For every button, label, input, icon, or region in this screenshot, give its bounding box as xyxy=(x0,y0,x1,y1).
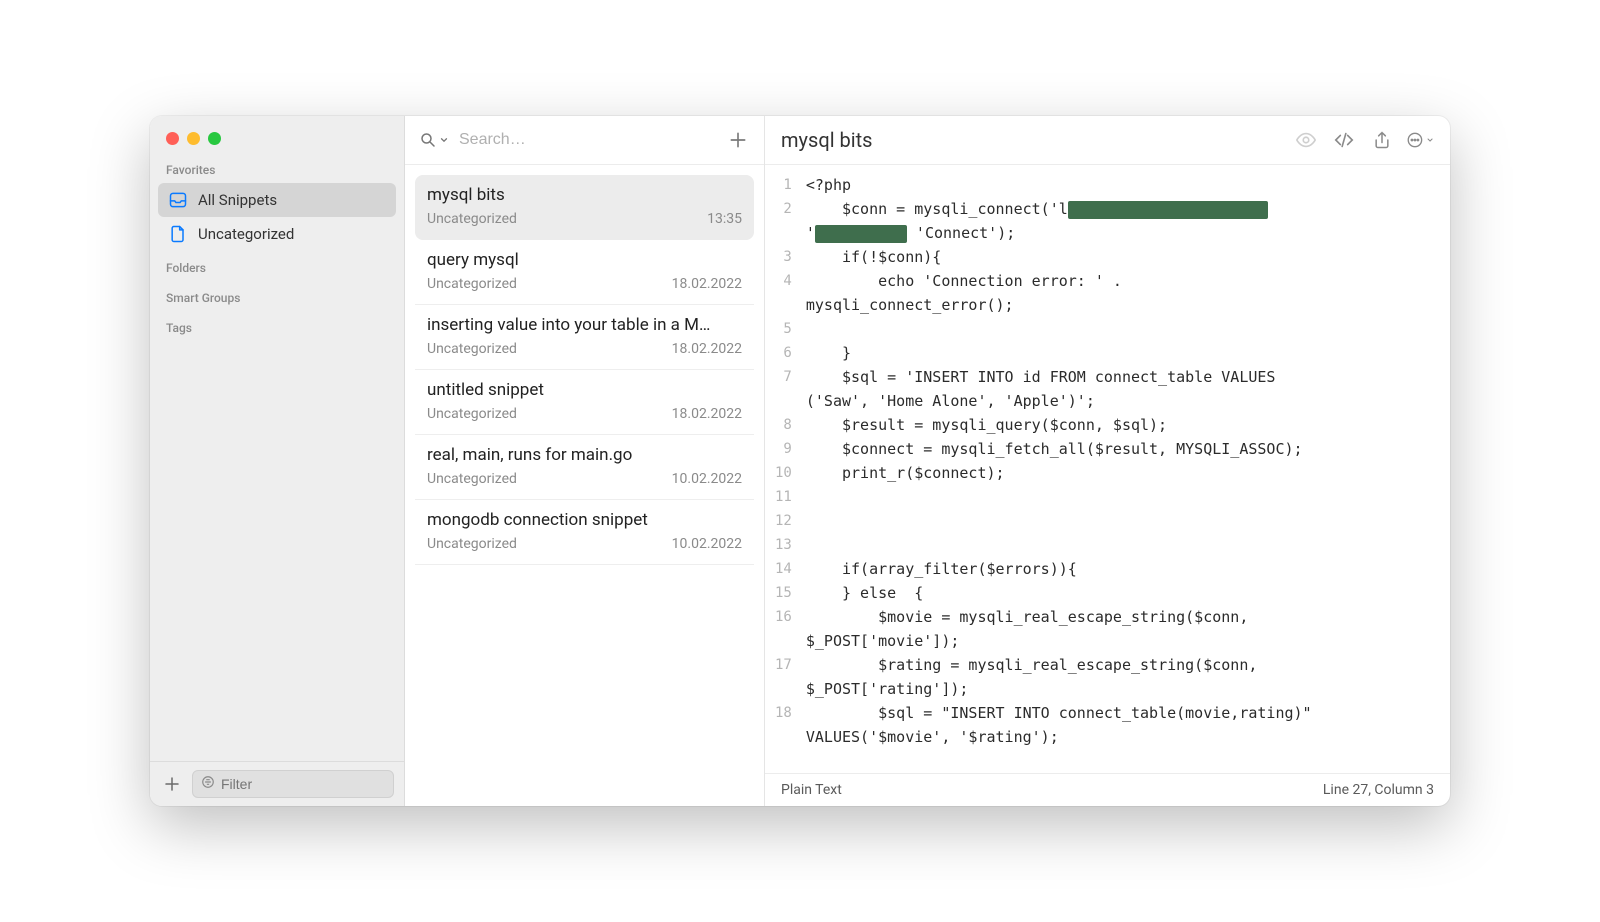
snippet-date: 10.02.2022 xyxy=(672,471,742,487)
code-line[interactable] xyxy=(806,533,1312,557)
code-line[interactable]: $connect = mysqli_fetch_all($result, MYS… xyxy=(806,437,1312,461)
maximize-icon[interactable] xyxy=(208,132,221,145)
sidebar-item-uncategorized[interactable]: Uncategorized xyxy=(158,217,396,251)
code-line[interactable]: mysqli_connect_error(); xyxy=(806,293,1312,317)
preview-icon xyxy=(1292,126,1320,154)
more-icon[interactable] xyxy=(1406,126,1434,154)
add-button[interactable] xyxy=(160,772,184,796)
code-line[interactable] xyxy=(806,509,1312,533)
list-toolbar xyxy=(405,116,764,165)
editor-pane: mysql bits 123456789101112131415161718 <… xyxy=(765,116,1450,806)
code-line[interactable]: echo 'Connection error: ' . xyxy=(806,269,1312,293)
code-line[interactable]: $rating = mysqli_real_escape_string($con… xyxy=(806,653,1312,677)
code-line[interactable]: ' 'Connect'); xyxy=(806,221,1312,245)
snippet-date: 10.02.2022 xyxy=(672,536,742,552)
code-line[interactable]: } xyxy=(806,341,1312,365)
snippet-date: 18.02.2022 xyxy=(672,406,742,422)
snippet-date: 18.02.2022 xyxy=(672,341,742,357)
list-item[interactable]: query mysql Uncategorized 18.02.2022 xyxy=(415,240,754,305)
snippet-title: inserting value into your table in a M… xyxy=(427,315,742,335)
filter-icon xyxy=(201,775,215,793)
editor-toolbar: mysql bits xyxy=(765,116,1450,165)
sidebar-header-smartgroups: Smart Groups xyxy=(150,281,404,311)
sidebar-item-label: Uncategorized xyxy=(198,225,294,243)
filter-input-wrap[interactable] xyxy=(192,770,394,798)
list-item[interactable]: real, main, runs for main.go Uncategorize… xyxy=(415,435,754,500)
snippet-title: mongodb connection snippet xyxy=(427,510,742,530)
sidebar-item-label: All Snippets xyxy=(198,191,277,209)
snippet-date: 13:35 xyxy=(707,211,742,227)
sidebar-item-all-snippets[interactable]: All Snippets xyxy=(158,183,396,217)
code-line[interactable]: ('Saw', 'Home Alone', 'Apple')'; xyxy=(806,389,1312,413)
list-item[interactable]: mysql bits Uncategorized 13:35 xyxy=(415,175,754,240)
snippet-title: mysql bits xyxy=(427,185,742,205)
line-gutter: 123456789101112131415161718 xyxy=(765,173,806,765)
redacted-text xyxy=(815,225,907,243)
snippet-category: Uncategorized xyxy=(427,471,517,487)
sidebar-header-folders: Folders xyxy=(150,251,404,281)
snippet-list-pane: mysql bits Uncategorized 13:35 query mysql U… xyxy=(405,116,765,806)
snippet-category: Uncategorized xyxy=(427,536,517,552)
code-line[interactable]: $_POST['rating']); xyxy=(806,677,1312,701)
share-icon[interactable] xyxy=(1368,126,1396,154)
code-line[interactable]: } else { xyxy=(806,581,1312,605)
search-icon[interactable] xyxy=(419,131,449,149)
app-window: Favorites All Snippets Uncategorized Fol… xyxy=(150,116,1450,806)
snippet-category: Uncategorized xyxy=(427,406,517,422)
code-line[interactable]: if(!$conn){ xyxy=(806,245,1312,269)
code-line[interactable]: print_r($connect); xyxy=(806,461,1312,485)
sidebar-header-tags: Tags xyxy=(150,311,404,341)
tray-icon xyxy=(168,190,188,210)
snippet-list: mysql bits Uncategorized 13:35 query mysql U… xyxy=(405,165,764,806)
new-snippet-button[interactable] xyxy=(726,128,750,152)
code-line[interactable]: $result = mysqli_query($conn, $sql); xyxy=(806,413,1312,437)
snippet-title: real, main, runs for main.go xyxy=(427,445,742,465)
cursor-position: Line 27, Column 3 xyxy=(1323,782,1434,798)
minimize-icon[interactable] xyxy=(187,132,200,145)
filter-input[interactable] xyxy=(221,776,385,792)
code-line[interactable] xyxy=(806,485,1312,509)
status-bar: Plain Text Line 27, Column 3 xyxy=(765,773,1450,806)
snippet-title: query mysql xyxy=(427,250,742,270)
code-icon[interactable] xyxy=(1330,126,1358,154)
window-controls xyxy=(150,116,404,153)
language-selector[interactable]: Plain Text xyxy=(781,782,842,798)
list-item[interactable]: inserting value into your table in a M… U… xyxy=(415,305,754,370)
code-line[interactable]: VALUES('$movie', '$rating'); xyxy=(806,725,1312,749)
snippet-date: 18.02.2022 xyxy=(672,276,742,292)
code-line[interactable]: $sql = 'INSERT INTO id FROM connect_tabl… xyxy=(806,365,1312,389)
code-line[interactable]: $sql = "INSERT INTO connect_table(movie,… xyxy=(806,701,1312,725)
editor-title[interactable]: mysql bits xyxy=(781,128,1282,152)
document-icon xyxy=(168,224,188,244)
code-line[interactable]: if(array_filter($errors)){ xyxy=(806,557,1312,581)
sidebar-header-favorites: Favorites xyxy=(150,153,404,183)
snippet-category: Uncategorized xyxy=(427,341,517,357)
code-line[interactable]: <?php xyxy=(806,173,1312,197)
snippet-title: untitled snippet xyxy=(427,380,742,400)
sidebar-footer xyxy=(150,761,404,806)
code-line[interactable]: $movie = mysqli_real_escape_string($conn… xyxy=(806,605,1312,629)
snippet-category: Uncategorized xyxy=(427,276,517,292)
close-icon[interactable] xyxy=(166,132,179,145)
code-editor[interactable]: 123456789101112131415161718 <?php $conn … xyxy=(765,165,1450,773)
code-content[interactable]: <?php $conn = mysqli_connect('l' 'Connec… xyxy=(806,173,1328,765)
sidebar: Favorites All Snippets Uncategorized Fol… xyxy=(150,116,405,806)
search-input[interactable] xyxy=(459,131,716,149)
code-line[interactable]: $_POST['movie']); xyxy=(806,629,1312,653)
list-item[interactable]: mongodb connection snippet Uncategorized 1… xyxy=(415,500,754,565)
code-line[interactable]: $conn = mysqli_connect('l xyxy=(806,197,1312,221)
redacted-text xyxy=(1068,201,1268,219)
snippet-category: Uncategorized xyxy=(427,211,517,227)
list-item[interactable]: untitled snippet Uncategorized 18.02.2022 xyxy=(415,370,754,435)
code-line[interactable] xyxy=(806,317,1312,341)
